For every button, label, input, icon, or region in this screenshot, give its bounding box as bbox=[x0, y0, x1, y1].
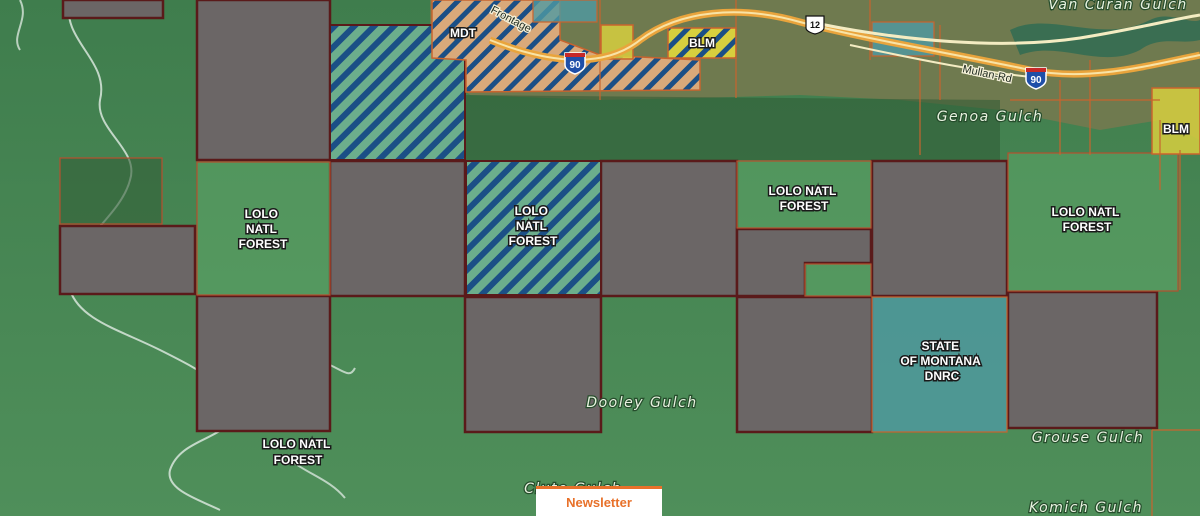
place-dooley-gulch: Dooley Gulch bbox=[586, 395, 697, 411]
teal-parcel-top[interactable] bbox=[532, 0, 598, 23]
interstate-shield-2-label: 90 bbox=[1030, 75, 1042, 86]
label-blm-top: BLM bbox=[689, 36, 715, 50]
private-parcel[interactable] bbox=[61, 0, 165, 20]
lolo-parcel-small[interactable] bbox=[804, 263, 872, 297]
us-highway-shield-label: 12 bbox=[810, 20, 820, 30]
label-blm-right: BLM bbox=[1163, 122, 1189, 136]
map-canvas[interactable]: 90 90 12 Frontage Mullan-Rd MDT BLM BLM … bbox=[0, 0, 1200, 516]
interstate-shield-1-label: 90 bbox=[569, 60, 581, 71]
place-grouse-gulch: Grouse Gulch bbox=[1032, 430, 1145, 446]
interstate-shield-1: 90 bbox=[564, 52, 586, 75]
private-parcel[interactable] bbox=[599, 159, 739, 298]
place-genoa-gulch: Genoa Gulch bbox=[937, 109, 1044, 125]
private-parcel[interactable] bbox=[58, 224, 197, 296]
newsletter-button[interactable]: Newsletter bbox=[536, 486, 662, 516]
place-van-curan-gulch: Van Curan Gulch bbox=[1048, 0, 1188, 13]
private-parcel[interactable] bbox=[1006, 290, 1159, 430]
private-parcel[interactable] bbox=[463, 295, 603, 434]
dark-ridge bbox=[460, 95, 1000, 160]
private-parcel[interactable] bbox=[870, 159, 1009, 298]
private-parcel[interactable] bbox=[328, 159, 467, 298]
blm-parcel-right[interactable] bbox=[1151, 87, 1200, 155]
interstate-shield-2: 90 bbox=[1025, 67, 1047, 90]
us-highway-shield: 12 bbox=[805, 15, 825, 35]
private-parcel[interactable] bbox=[735, 295, 874, 434]
place-komich-gulch: Komich Gulch bbox=[1029, 500, 1143, 516]
label-mdt: MDT bbox=[450, 26, 477, 40]
private-small-nw[interactable] bbox=[59, 157, 163, 225]
private-parcel[interactable] bbox=[195, 294, 332, 433]
private-parcel[interactable] bbox=[195, 0, 332, 162]
